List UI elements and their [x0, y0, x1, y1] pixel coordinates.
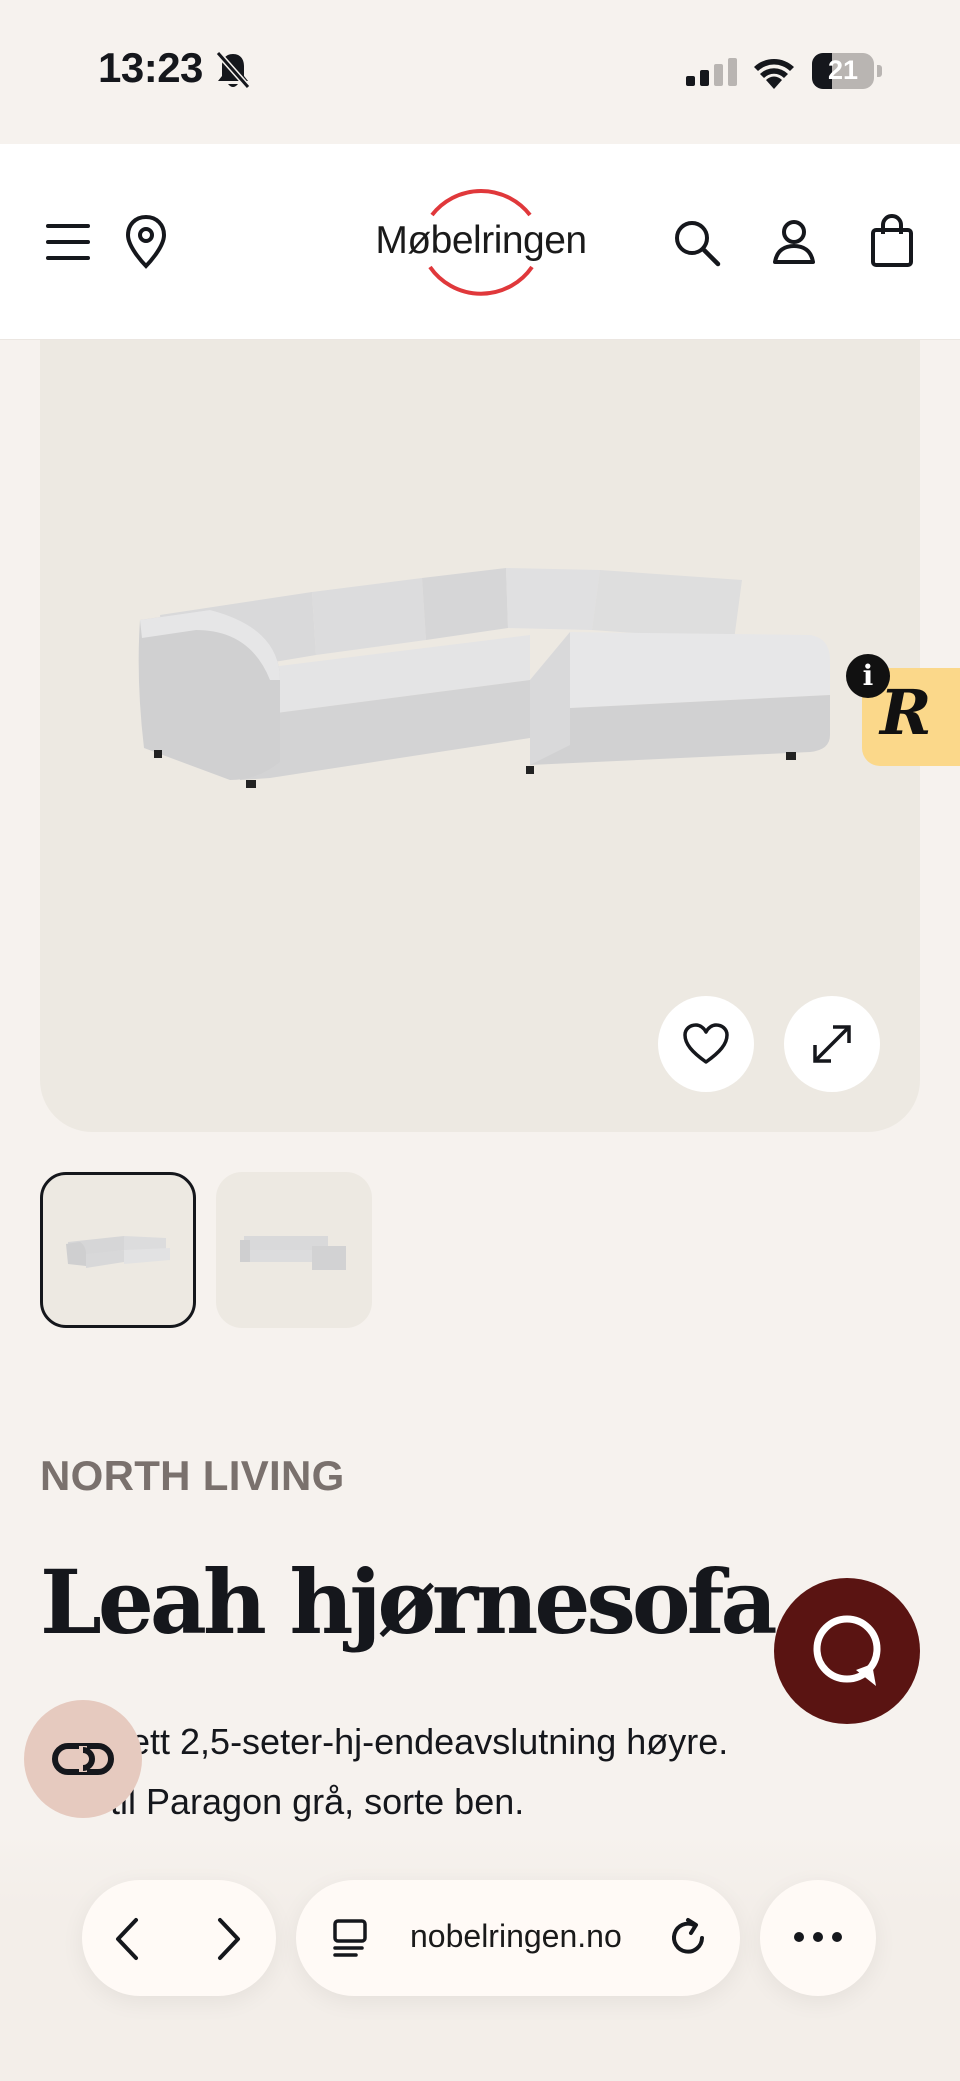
thumbnail-2[interactable]	[216, 1172, 372, 1328]
forward-arrow-icon[interactable]	[214, 1916, 244, 1962]
more-icon	[794, 1932, 842, 1942]
loop-button[interactable]	[24, 1700, 142, 1818]
sofa-thumbnail-image	[240, 1236, 346, 1270]
favorite-button[interactable]	[658, 996, 754, 1092]
tabs-icon[interactable]	[332, 1918, 372, 1958]
infinity-loop-icon	[52, 1743, 114, 1775]
battery-level: 21	[827, 55, 859, 85]
chat-bubble-icon	[813, 1615, 881, 1686]
reload-icon[interactable]	[666, 1916, 710, 1960]
search-icon[interactable]	[672, 218, 722, 268]
chat-button[interactable]	[774, 1578, 920, 1724]
url-text[interactable]: nobelringen.no	[410, 1918, 622, 1955]
product-title: Leah hjørnesofa	[40, 1550, 777, 1654]
menu-icon[interactable]	[44, 220, 92, 264]
description-line-1: ett 2,5-seter-hj-endeavslutning høyre.	[130, 1721, 729, 1762]
back-arrow-icon[interactable]	[112, 1916, 142, 1962]
expand-icon	[813, 1025, 851, 1063]
heart-icon	[683, 1023, 729, 1064]
location-pin-icon[interactable]	[124, 214, 168, 270]
description-line-2: til Paragon grå, sorte ben.	[110, 1781, 525, 1822]
address-bar[interactable]: nobelringen.no	[296, 1880, 740, 1996]
info-icon[interactable]: i	[846, 654, 890, 698]
bell-slash-icon	[215, 51, 251, 89]
expand-image-button[interactable]	[784, 996, 880, 1092]
browser-nav-group	[82, 1880, 276, 1996]
sofa-image	[138, 568, 830, 788]
battery-icon: 21	[812, 53, 882, 89]
status-time: 13:23	[98, 44, 203, 91]
sofa-thumbnail-image	[66, 1236, 170, 1268]
site-logo[interactable]: Møbelringen	[356, 175, 606, 305]
thumbnail-1[interactable]	[40, 1172, 196, 1328]
more-button[interactable]	[760, 1880, 876, 1996]
product-brand[interactable]: NORTH LIVING	[40, 1452, 345, 1500]
account-icon[interactable]	[772, 218, 816, 266]
product-description: ett 2,5-seter-hj-endeavslutning høyre. t…	[40, 1712, 840, 1832]
logo-text: Møbelringen	[375, 219, 587, 262]
wifi-icon	[754, 59, 794, 89]
cellular-signal-icon	[686, 58, 737, 86]
r-badge-letter: R	[880, 676, 932, 749]
bag-icon[interactable]	[870, 214, 914, 268]
